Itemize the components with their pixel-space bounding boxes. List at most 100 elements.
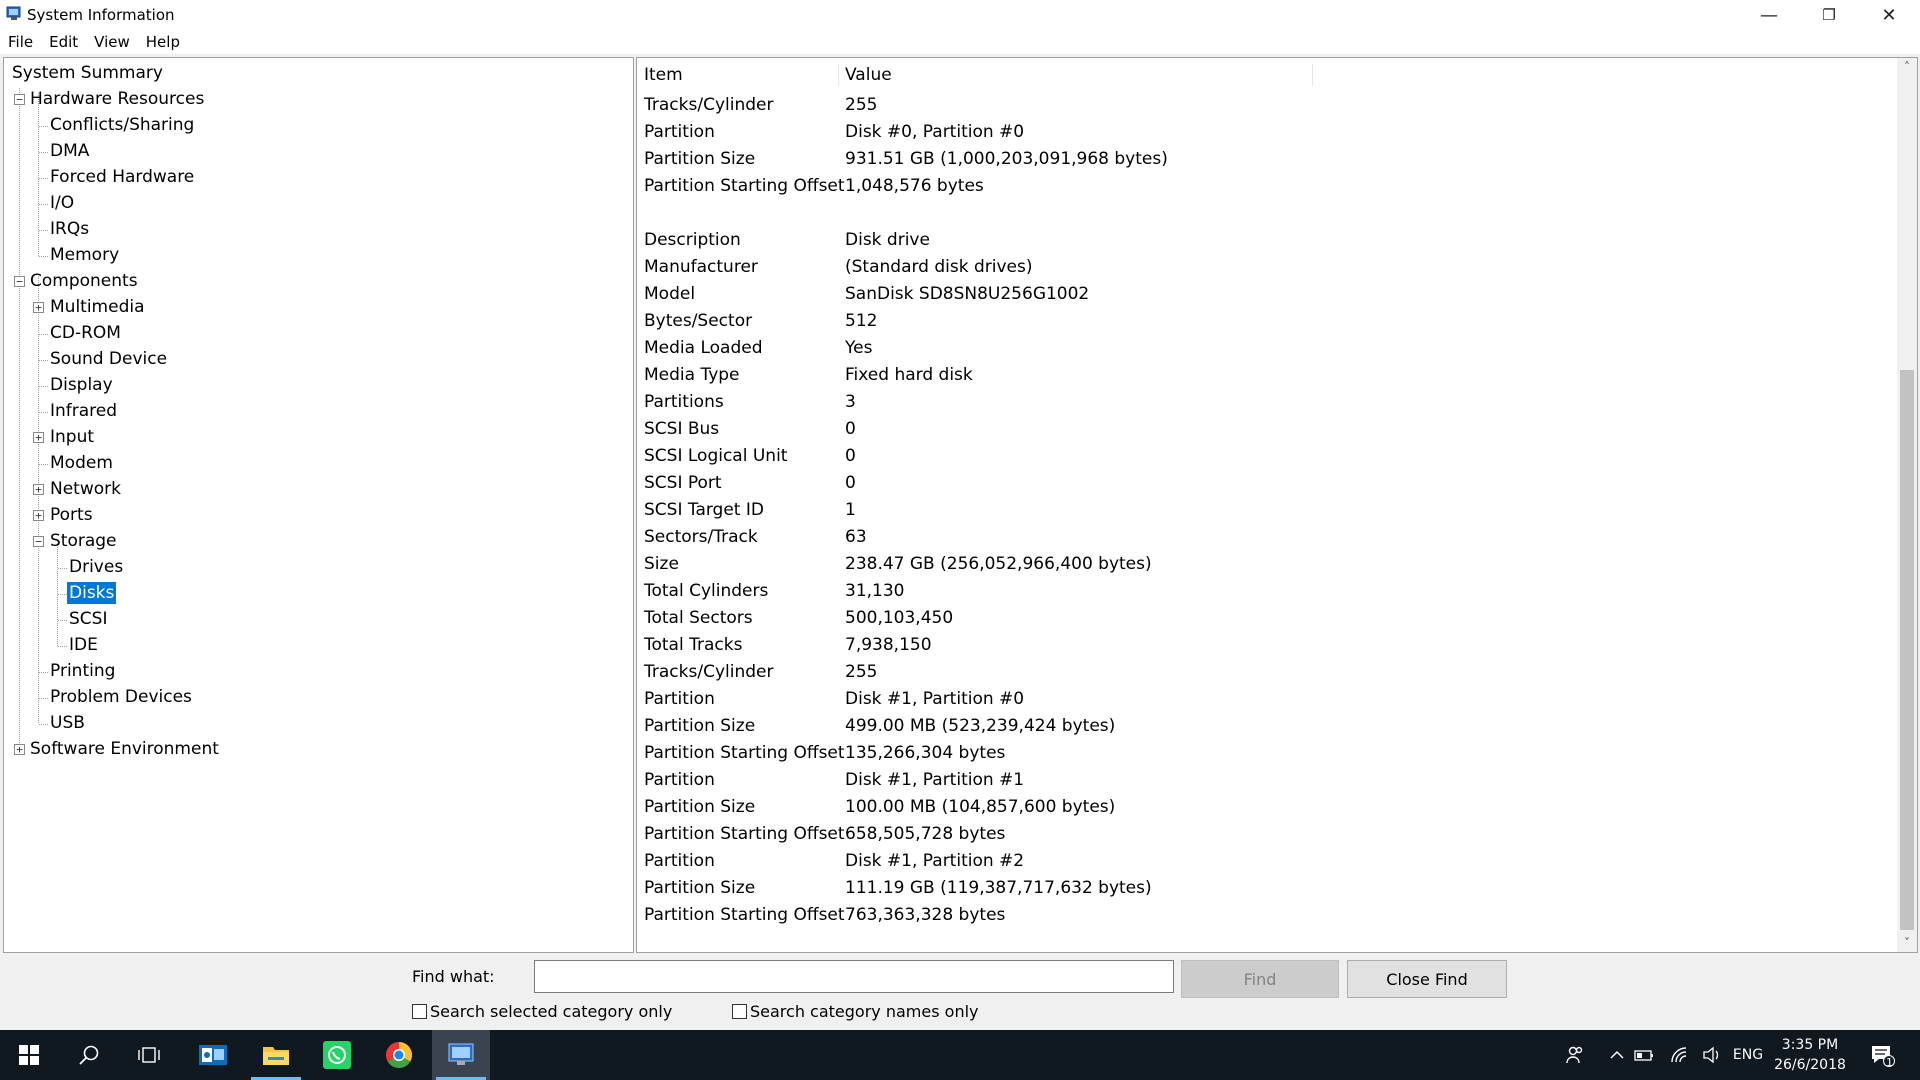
detail-row[interactable]: Total Sectors 500,103,450	[637, 604, 1887, 631]
expand-plus-icon[interactable]: +	[33, 484, 44, 495]
tree-item-multimedia[interactable]: Multimedia	[48, 294, 147, 320]
tree-item-printing[interactable]: Printing	[48, 658, 117, 684]
outlook-icon[interactable]	[184, 1030, 242, 1080]
file-explorer-icon[interactable]	[247, 1030, 305, 1080]
tree-item-conflicts-sharing[interactable]: Conflicts/Sharing	[48, 112, 196, 138]
tree-item-irqs[interactable]: IRQs	[48, 216, 91, 242]
tree-item-software-environment[interactable]: Software Environment	[28, 736, 221, 762]
detail-row[interactable]: Media Loaded Yes	[637, 334, 1887, 361]
details-list[interactable]: Item Value Tracks/Cylinder 255 Partition Di…	[636, 57, 1918, 953]
scroll-up-arrow-icon[interactable]: ˄	[1897, 58, 1917, 76]
menu-view[interactable]: View	[92, 31, 132, 53]
detail-row[interactable]: Model SanDisk SD8SN8U256G1002	[637, 280, 1887, 307]
detail-row[interactable]: Partition Disk #1, Partition #2	[637, 847, 1887, 874]
tree-item-forced-hardware[interactable]: Forced Hardware	[48, 164, 196, 190]
column-separator[interactable]	[1312, 64, 1313, 86]
close-button[interactable]: ✕	[1860, 0, 1918, 30]
tree-item-storage[interactable]: Storage	[48, 528, 119, 554]
menu-file[interactable]: File	[6, 31, 35, 53]
detail-row[interactable]: Partition Size 111.19 GB (119,387,717,632…	[637, 874, 1887, 901]
detail-row[interactable]: Partition Disk #0, Partition #0	[637, 118, 1887, 145]
tree-item-disks[interactable]: Disks	[67, 580, 117, 606]
tree-item-infrared[interactable]: Infrared	[48, 398, 119, 424]
detail-row[interactable]: Total Cylinders 31,130	[637, 577, 1887, 604]
tree-item-ports[interactable]: Ports	[48, 502, 95, 528]
expand-plus-icon[interactable]: +	[14, 744, 25, 755]
find-button[interactable]: Find	[1181, 960, 1339, 998]
detail-row[interactable]: Partition Starting Offset 763,363,328 byt…	[637, 901, 1887, 928]
tree-item-scsi[interactable]: SCSI	[67, 606, 109, 632]
collapse-minus-icon[interactable]: −	[14, 276, 25, 287]
detail-row[interactable]: Size 238.47 GB (256,052,966,400 bytes)	[637, 550, 1887, 577]
tree-item-modem[interactable]: Modem	[48, 450, 115, 476]
detail-row[interactable]: Partition Disk #1, Partition #0	[637, 685, 1887, 712]
detail-row[interactable]: Description Disk drive	[637, 226, 1887, 253]
search-icon[interactable]	[60, 1030, 118, 1080]
collapse-minus-icon[interactable]: −	[33, 536, 44, 547]
search-category-names-checkbox[interactable]: Search category names only	[732, 1002, 979, 1021]
detail-row[interactable]: Bytes/Sector 512	[637, 307, 1887, 334]
vertical-scrollbar[interactable]: ˄ ˅	[1897, 58, 1917, 952]
collapse-minus-icon[interactable]: −	[14, 94, 25, 105]
detail-row[interactable]: SCSI Port 0	[637, 469, 1887, 496]
expand-plus-icon[interactable]: +	[33, 432, 44, 443]
detail-row[interactable]: Partition Starting Offset 658,505,728 byt…	[637, 820, 1887, 847]
tree-item-problem-devices[interactable]: Problem Devices	[48, 684, 194, 710]
detail-row[interactable]: Partition Size 499.00 MB (523,239,424 byt…	[637, 712, 1887, 739]
tree-item-i-o[interactable]: I/O	[48, 190, 76, 216]
detail-row[interactable]: SCSI Logical Unit 0	[637, 442, 1887, 469]
show-hidden-icons-chevron-up-icon[interactable]	[1606, 1030, 1628, 1080]
search-selected-category-checkbox[interactable]: Search selected category only	[412, 1002, 672, 1021]
wifi-icon[interactable]	[1668, 1030, 1692, 1080]
windows-start-icon[interactable]	[0, 1030, 58, 1080]
checkbox-box[interactable]	[412, 1004, 427, 1019]
expand-plus-icon[interactable]: +	[33, 510, 44, 521]
detail-row[interactable]: SCSI Target ID 1	[637, 496, 1887, 523]
checkbox-box[interactable]	[732, 1004, 747, 1019]
detail-row[interactable]: Partition Starting Offset 135,266,304 byt…	[637, 739, 1887, 766]
volume-icon[interactable]	[1700, 1030, 1724, 1080]
tree-item-hardware-resources[interactable]: Hardware Resources	[28, 86, 206, 112]
detail-row[interactable]	[637, 199, 1887, 226]
detail-row[interactable]: Total Tracks 7,938,150	[637, 631, 1887, 658]
tree-item-components[interactable]: Components	[28, 268, 140, 294]
action-center-icon[interactable]: 1	[1862, 1030, 1902, 1080]
language-indicator[interactable]: ENG	[1730, 1030, 1766, 1080]
column-separator[interactable]	[838, 64, 839, 86]
menu-help[interactable]: Help	[144, 31, 182, 53]
tree-item-sound-device[interactable]: Sound Device	[48, 346, 169, 372]
clock[interactable]: 3:35 PM 26/6/2018	[1770, 1035, 1850, 1075]
people-icon[interactable]	[1562, 1030, 1588, 1080]
tree-item-display[interactable]: Display	[48, 372, 115, 398]
column-header-value[interactable]: Value	[845, 62, 1285, 88]
detail-row[interactable]: Partition Size 100.00 MB (104,857,600 byt…	[637, 793, 1887, 820]
menu-edit[interactable]: Edit	[47, 31, 80, 53]
detail-row[interactable]: Partition Disk #1, Partition #1	[637, 766, 1887, 793]
find-what-input[interactable]	[534, 960, 1174, 993]
category-tree[interactable]: System Summary − Hardware Resources Conflic…	[3, 57, 634, 953]
tree-item-dma[interactable]: DMA	[48, 138, 91, 164]
detail-row[interactable]: Manufacturer (Standard disk drives)	[637, 253, 1887, 280]
scroll-down-arrow-icon[interactable]: ˅	[1897, 934, 1917, 952]
detail-row[interactable]: Sectors/Track 63	[637, 523, 1887, 550]
tree-item-drives[interactable]: Drives	[67, 554, 125, 580]
whatsapp-icon[interactable]	[308, 1030, 366, 1080]
expand-plus-icon[interactable]: +	[33, 302, 44, 313]
tree-item-system-summary[interactable]: System Summary	[10, 60, 165, 86]
tree-item-ide[interactable]: IDE	[67, 632, 100, 658]
chrome-icon[interactable]	[370, 1030, 428, 1080]
tree-item-network[interactable]: Network	[48, 476, 123, 502]
close-find-button[interactable]: Close Find	[1347, 960, 1507, 998]
detail-row[interactable]: Media Type Fixed hard disk	[637, 361, 1887, 388]
system-information-taskbar-icon[interactable]	[432, 1030, 490, 1080]
detail-row[interactable]: Partition Size 931.51 GB (1,000,203,091,9…	[637, 145, 1887, 172]
detail-row[interactable]: Tracks/Cylinder 255	[637, 91, 1887, 118]
column-header-item[interactable]: Item	[644, 62, 834, 88]
scroll-thumb[interactable]	[1900, 370, 1914, 930]
maximize-button[interactable]: ❐	[1800, 0, 1858, 30]
detail-row[interactable]: Partition Starting Offset 1,048,576 bytes	[637, 172, 1887, 199]
battery-icon[interactable]	[1632, 1030, 1656, 1080]
tree-item-input[interactable]: Input	[48, 424, 96, 450]
detail-row[interactable]: Tracks/Cylinder 255	[637, 658, 1887, 685]
detail-row[interactable]: SCSI Bus 0	[637, 415, 1887, 442]
